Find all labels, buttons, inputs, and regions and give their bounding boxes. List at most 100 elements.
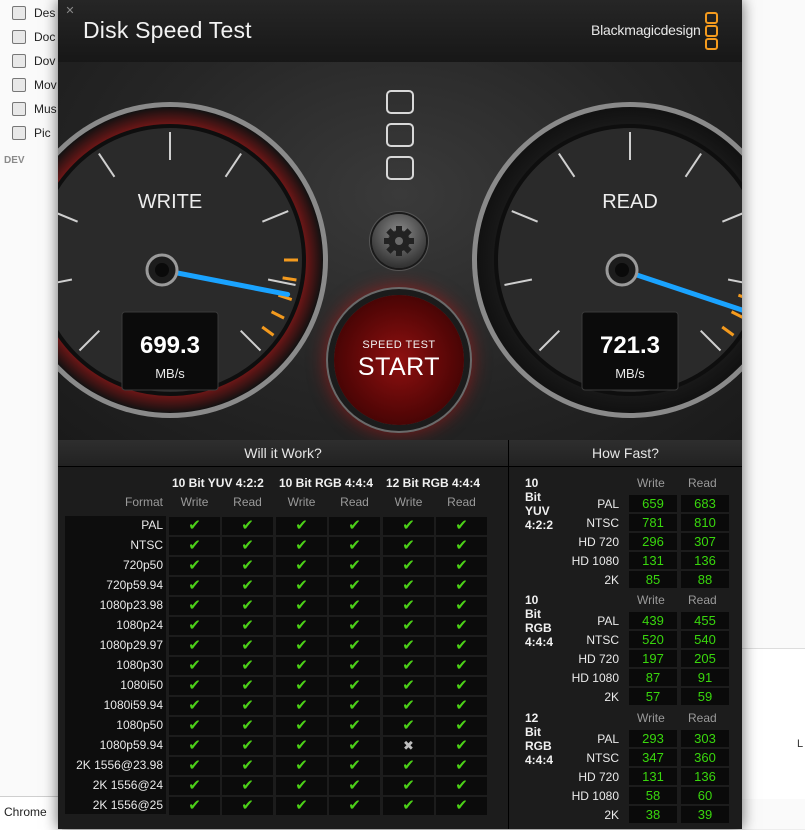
check-icon: ✔ bbox=[241, 577, 254, 594]
write-speed-value: 347 bbox=[629, 749, 677, 766]
check-icon: ✔ bbox=[188, 637, 201, 654]
close-icon[interactable]: ✕ bbox=[64, 5, 76, 17]
finder-sidebar-item[interactable]: Des bbox=[12, 3, 55, 23]
movie-icon bbox=[12, 78, 26, 92]
document-icon bbox=[12, 30, 26, 44]
format-label: 1080p50 bbox=[116, 718, 163, 732]
check-icon: ✔ bbox=[241, 617, 254, 634]
check-icon: ✔ bbox=[402, 517, 415, 534]
format-label: 1080p29.97 bbox=[99, 638, 163, 652]
finder-sidebar-label: Mus bbox=[34, 102, 57, 116]
finder-sidebar-item[interactable]: Dov bbox=[12, 51, 55, 71]
speed-row-label: 2K bbox=[604, 573, 619, 587]
finder-sidebar-item[interactable]: Mov bbox=[12, 75, 57, 95]
gauge-panel: WRITE 699.3 MB/s READ 721.3 MB/s SPEED T… bbox=[58, 62, 742, 440]
title-bar[interactable]: ✕ Disk Speed Test Blackmagicdesign bbox=[58, 0, 742, 63]
read-speed-value: 59 bbox=[681, 688, 729, 705]
settings-button[interactable] bbox=[372, 214, 426, 268]
check-icon: ✔ bbox=[295, 797, 308, 814]
read-speed-value: 60 bbox=[681, 787, 729, 804]
format-group-header: 10 Bit YUV 4:2:2 bbox=[172, 476, 264, 490]
check-icon: ✔ bbox=[188, 657, 201, 674]
check-icon: ✔ bbox=[348, 637, 361, 654]
check-icon: ✔ bbox=[402, 537, 415, 554]
how-fast-header: How Fast? bbox=[509, 440, 742, 467]
blackmagic-logo-icon bbox=[705, 12, 718, 51]
check-icon: ✔ bbox=[348, 577, 361, 594]
chrome-list-item[interactable]: Chrome bbox=[4, 805, 47, 819]
read-speed-value: 540 bbox=[681, 631, 729, 648]
check-icon: ✔ bbox=[455, 537, 468, 554]
finder-sidebar-item[interactable]: Pic bbox=[12, 123, 51, 143]
write-speed-value: 131 bbox=[629, 552, 677, 569]
write-column-header: Write bbox=[637, 711, 665, 725]
read-gauge: READ 721.3 MB/s bbox=[472, 102, 742, 418]
check-icon: ✔ bbox=[295, 537, 308, 554]
check-icon: ✔ bbox=[295, 677, 308, 694]
start-button[interactable]: SPEED TEST START bbox=[334, 295, 464, 425]
check-icon: ✔ bbox=[188, 797, 201, 814]
finder-sidebar-label: Des bbox=[34, 6, 56, 20]
read-speed-value: 810 bbox=[681, 514, 729, 531]
check-icon: ✔ bbox=[402, 657, 415, 674]
check-icon: ✔ bbox=[188, 577, 201, 594]
gauge-label: WRITE bbox=[138, 191, 202, 213]
check-icon: ✔ bbox=[402, 637, 415, 654]
speed-row-label: NTSC bbox=[586, 751, 619, 765]
read-column-header: Read bbox=[688, 476, 717, 490]
column-subheader: Write bbox=[394, 495, 423, 509]
format-label: 1080i50 bbox=[120, 678, 163, 692]
read-speed-value: 205 bbox=[681, 650, 729, 667]
check-icon: ✔ bbox=[241, 797, 254, 814]
check-icon: ✔ bbox=[348, 717, 361, 734]
gauge-value: 721.3 bbox=[600, 332, 660, 359]
write-speed-value: 57 bbox=[629, 688, 677, 705]
check-icon: ✔ bbox=[188, 557, 201, 574]
check-icon: ✔ bbox=[348, 797, 361, 814]
will-it-work-header: Will it Work? bbox=[58, 440, 508, 467]
check-icon: ✔ bbox=[402, 797, 415, 814]
format-column-header: Format bbox=[124, 495, 163, 509]
format-label: 720p59.94 bbox=[106, 578, 163, 592]
gauge-label: READ bbox=[602, 191, 658, 213]
write-speed-value: 296 bbox=[629, 533, 677, 550]
read-speed-value: 303 bbox=[681, 730, 729, 747]
check-icon: ✔ bbox=[455, 757, 468, 774]
check-icon: ✔ bbox=[348, 697, 361, 714]
check-icon: ✔ bbox=[188, 517, 201, 534]
format-label: NTSC bbox=[130, 538, 163, 552]
read-speed-value: 91 bbox=[681, 669, 729, 686]
read-column-header: Read bbox=[688, 711, 717, 725]
check-icon: ✔ bbox=[241, 537, 254, 554]
check-icon: ✔ bbox=[402, 777, 415, 794]
check-icon: ✔ bbox=[348, 557, 361, 574]
speed-row-label: 2K bbox=[604, 690, 619, 704]
write-gauge: WRITE 699.3 MB/s bbox=[58, 102, 328, 418]
column-subheader: Write bbox=[287, 495, 316, 509]
disk-speed-test-window: ✕ Disk Speed Test Blackmagicdesign WRITE… bbox=[58, 0, 742, 829]
check-icon: ✔ bbox=[348, 677, 361, 694]
speed-row-label: HD 720 bbox=[578, 652, 619, 666]
check-icon: ✔ bbox=[188, 597, 201, 614]
check-icon: ✔ bbox=[188, 717, 201, 734]
check-icon: ✔ bbox=[188, 757, 201, 774]
background-panel bbox=[742, 648, 805, 799]
finder-sidebar-item[interactable]: Mus bbox=[12, 99, 57, 119]
write-speed-value: 439 bbox=[629, 612, 677, 629]
format-label: 1080p23.98 bbox=[99, 598, 163, 612]
write-column-header: Write bbox=[637, 476, 665, 490]
check-icon: ✔ bbox=[455, 657, 468, 674]
speed-row-label: PAL bbox=[597, 497, 619, 511]
check-icon: ✔ bbox=[348, 777, 361, 794]
check-icon: ✔ bbox=[348, 657, 361, 674]
format-label: 720p50 bbox=[122, 558, 163, 572]
speed-row-label: PAL bbox=[597, 614, 619, 628]
check-icon: ✔ bbox=[188, 537, 201, 554]
check-icon: ✔ bbox=[241, 777, 254, 794]
format-label: 1080p59.94 bbox=[99, 738, 163, 752]
check-icon: ✔ bbox=[402, 757, 415, 774]
finder-sidebar-item[interactable]: Doc bbox=[12, 27, 55, 47]
gauge-unit: MB/s bbox=[615, 366, 645, 381]
check-icon: ✔ bbox=[455, 717, 468, 734]
check-icon: ✔ bbox=[455, 677, 468, 694]
